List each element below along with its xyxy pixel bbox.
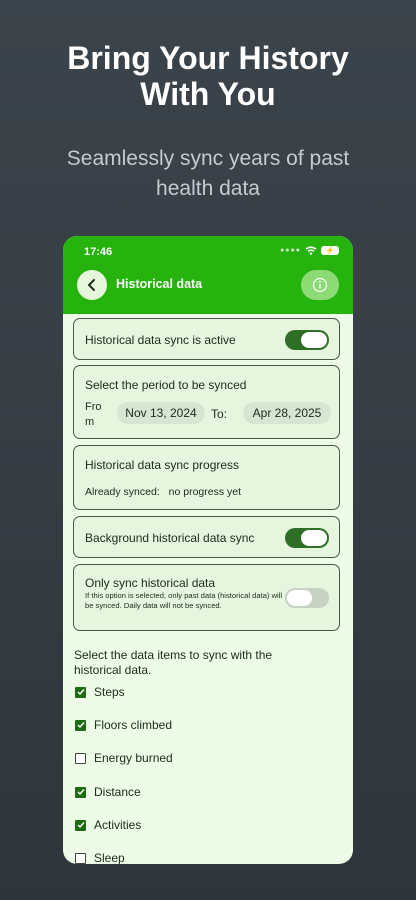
item-activities[interactable]: Activities — [75, 818, 141, 832]
promo-subtitle-line2: health data — [156, 177, 260, 200]
app-header: 17:46 ●●●● ⚡ Historical data — [63, 236, 353, 314]
promo-headline: Bring Your History With You — [0, 40, 416, 112]
item-energy-burned-label: Energy burned — [94, 751, 173, 765]
sync-active-card: Historical data sync is active — [73, 318, 340, 360]
items-section-label: Select the data items to sync with the h… — [74, 648, 273, 677]
background-sync-toggle[interactable] — [285, 528, 329, 548]
item-distance-label: Distance — [94, 785, 141, 799]
status-time: 17:46 — [84, 246, 113, 258]
checkbox-steps[interactable] — [75, 686, 86, 698]
progress-card: Historical data sync progress Already sy… — [73, 445, 340, 510]
wifi-icon — [305, 246, 317, 255]
item-steps-label: Steps — [94, 685, 125, 699]
phone-screen: 17:46 ●●●● ⚡ Historical data Historical … — [63, 236, 353, 864]
sync-active-toggle[interactable] — [285, 330, 329, 350]
checkbox-energy-burned[interactable] — [75, 752, 86, 764]
from-label-line2: m — [85, 416, 95, 428]
signal-icon: ●●●● — [280, 247, 301, 254]
item-floors-climbed[interactable]: Floors climbed — [75, 718, 172, 732]
checkbox-floors-climbed[interactable] — [75, 719, 86, 731]
sync-active-label: Historical data sync is active — [85, 333, 236, 347]
page-title: Historical data — [116, 277, 203, 291]
only-historical-card: Only sync historical data If this option… — [73, 564, 340, 631]
item-sleep[interactable]: Sleep — [75, 851, 125, 864]
progress-synced-label: Already synced: — [85, 486, 160, 498]
to-label: To: — [211, 407, 228, 421]
promo-headline-line1: Bring Your History — [67, 40, 349, 76]
battery-icon: ⚡ — [321, 246, 339, 255]
info-icon — [312, 277, 328, 293]
promo-subtitle: Seamlessly sync years of past health dat… — [20, 144, 396, 204]
from-date-button[interactable]: Nov 13, 2024 — [117, 402, 205, 424]
only-historical-description: If this option is selected, only past da… — [85, 591, 283, 610]
item-activities-label: Activities — [94, 818, 142, 832]
to-date-button[interactable]: Apr 28, 2025 — [243, 402, 331, 424]
progress-row: Already synced: no progress yet — [85, 486, 241, 498]
checkbox-activities[interactable] — [75, 819, 86, 831]
progress-synced-value: no progress yet — [168, 486, 242, 498]
item-sleep-label: Sleep — [94, 851, 125, 864]
from-label: Fro m — [85, 400, 102, 430]
chevron-left-icon — [88, 279, 95, 291]
status-icons: ●●●● ⚡ — [280, 246, 339, 255]
item-floors-climbed-label: Floors climbed — [94, 718, 173, 732]
info-button[interactable] — [301, 270, 339, 300]
checkbox-distance[interactable] — [75, 786, 86, 798]
only-historical-label: Only sync historical data — [85, 576, 216, 590]
item-steps[interactable]: Steps — [75, 685, 125, 699]
only-historical-toggle[interactable] — [285, 588, 329, 608]
promo-headline-line2: With You — [140, 76, 276, 112]
item-distance[interactable]: Distance — [75, 785, 141, 799]
period-card: Select the period to be synced Fro m Nov… — [73, 365, 340, 439]
progress-label: Historical data sync progress — [85, 458, 240, 472]
settings-content: Historical data sync is active Select th… — [63, 314, 353, 864]
back-button[interactable] — [77, 270, 107, 300]
promo-subtitle-line1: Seamlessly sync years of past — [66, 147, 350, 170]
period-label: Select the period to be synced — [85, 378, 247, 392]
item-energy-burned[interactable]: Energy burned — [75, 751, 173, 765]
from-label-line1: Fro — [85, 401, 102, 413]
checkbox-sleep[interactable] — [75, 852, 86, 864]
background-sync-card: Background historical data sync — [73, 516, 340, 558]
background-sync-label: Background historical data sync — [85, 531, 255, 545]
